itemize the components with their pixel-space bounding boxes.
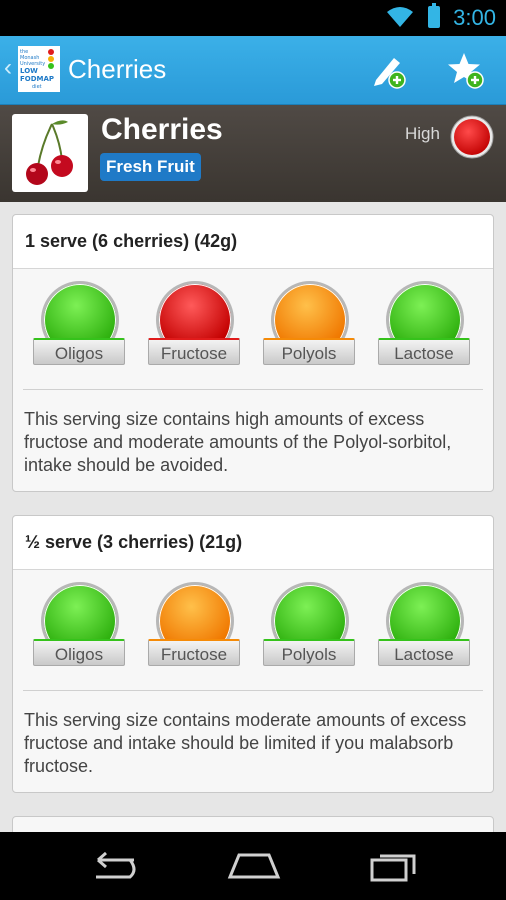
food-image <box>12 114 88 192</box>
serving-description: This serving size contains moderate amou… <box>24 710 467 776</box>
overall-rating-indicator-icon <box>450 115 494 159</box>
fodmap-light-oligos: Oligos <box>33 582 125 674</box>
action-bar: ‹ the Monash University LOW FODMAP diet … <box>0 36 506 105</box>
up-chevron-icon[interactable]: ‹ <box>4 56 12 80</box>
clock: 3:00 <box>453 5 496 30</box>
cherries-icon <box>26 120 73 185</box>
serving-card: ½ serve (3 cherries) (21g) Oligos Fructose… <box>12 515 494 793</box>
recent-apps-icon[interactable] <box>370 850 418 882</box>
serving-card: 1 serve (6 cherries) (42g) Oligos Fructose… <box>12 214 494 492</box>
svg-text:diet: diet <box>32 84 42 90</box>
edit-note-add-icon[interactable] <box>368 50 408 90</box>
low-fodmap-logo-icon: the Monash University LOW FODMAP diet <box>18 46 60 92</box>
navigation-bar <box>0 832 506 900</box>
fodmap-label: Oligos <box>33 639 125 666</box>
fodmap-label: Lactose <box>378 338 470 365</box>
fodmap-light-polyols: Polyols <box>263 582 355 674</box>
fodmap-lights: Oligos Fructose Polyols Lactose <box>13 570 493 690</box>
fodmap-label: Lactose <box>378 639 470 666</box>
page-title: Cherries <box>68 54 167 84</box>
overall-rating-label: High <box>405 124 440 143</box>
serving-description: This serving size contains high amounts … <box>24 409 452 475</box>
svg-text:FODMAP: FODMAP <box>20 75 54 83</box>
fodmap-light-fructose: Fructose <box>148 281 240 373</box>
status-bar: 3:00 <box>0 0 506 36</box>
fodmap-light-lactose: Lactose <box>378 281 470 373</box>
app-logo[interactable]: the Monash University LOW FODMAP diet <box>18 46 60 92</box>
fodmap-label: Oligos <box>33 338 125 365</box>
food-header: Cherries Fresh Fruit High <box>0 105 506 202</box>
fodmap-light-fructose: Fructose <box>148 582 240 674</box>
fodmap-light-polyols: Polyols <box>263 281 355 373</box>
fodmap-label: Polyols <box>263 338 355 365</box>
fodmap-light-lactose: Lactose <box>378 582 470 674</box>
serving-title: 1 serve (6 cherries) (42g) <box>13 215 493 269</box>
food-name: Cherries <box>101 113 223 146</box>
fodmap-light-oligos: Oligos <box>33 281 125 373</box>
serving-title: ½ serve (3 cherries) (21g) <box>13 516 493 570</box>
favorite-add-icon[interactable] <box>446 50 486 90</box>
back-icon[interactable] <box>86 850 138 880</box>
fodmap-label: Fructose <box>148 338 240 365</box>
fodmap-label: Polyols <box>263 639 355 666</box>
home-icon[interactable] <box>227 850 281 880</box>
wifi-icon <box>387 7 413 27</box>
svg-text:LOW: LOW <box>20 67 38 75</box>
category-badge: Fresh Fruit <box>100 153 201 181</box>
battery-icon <box>428 3 440 28</box>
fodmap-label: Fructose <box>148 639 240 666</box>
fodmap-lights: Oligos Fructose Polyols Lactose <box>13 269 493 389</box>
